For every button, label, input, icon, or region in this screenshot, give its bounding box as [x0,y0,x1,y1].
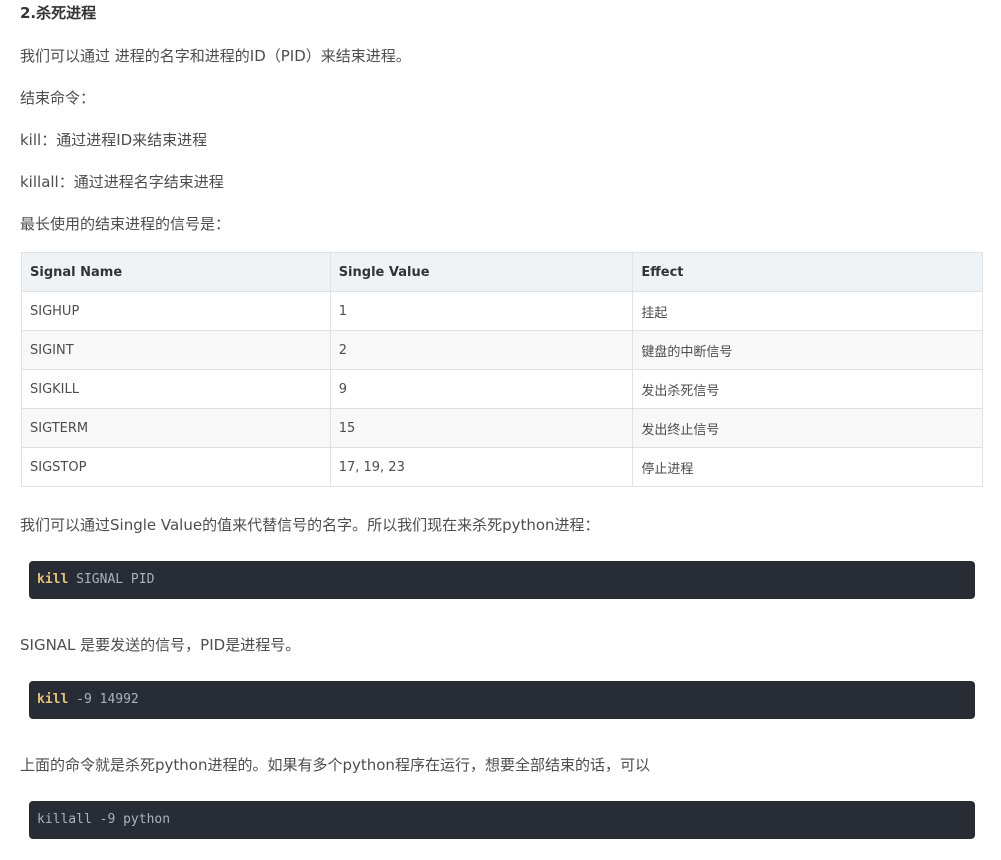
end-command-label: 结束命令： [20,89,96,107]
cell-effect: 挂起 [632,291,983,331]
intro-paragraph: 我们可以通过 进程的名字和进程的ID（PID）来结束进程。 [20,47,411,65]
cell-signal-name: SIGKILL [21,369,331,409]
killall-paragraph: 上面的命令就是杀死python进程的。如果有多个python程序在运行，想要全部… [20,756,650,774]
cell-signal-name: SIGSTOP [21,447,331,487]
table-row: SIGHUP 1 挂起 [21,291,983,331]
cell-signal-name: SIGINT [21,330,331,370]
cell-single-value: 17, 19, 23 [329,447,634,487]
code-text: killall -9 python [37,812,171,827]
table-row: SIGTERM 15 发出终止信号 [21,408,983,448]
cell-effect: 发出终止信号 [632,408,983,448]
code-text: SIGNAL PID [68,572,155,587]
table-row: SIGINT 2 键盘的中断信号 [21,330,983,370]
single-value-paragraph: 我们可以通过Single Value的值来代替信号的名字。所以我们现在来杀死py… [20,516,600,534]
signal-pid-paragraph: SIGNAL 是要发送的信号，PID是进程号。 [20,636,301,654]
code-block-kill-example[interactable]: kill -9 14992 [29,681,975,719]
cell-single-value: 15 [329,408,634,448]
cell-single-value: 9 [329,369,634,409]
cell-effect: 停止进程 [632,447,983,487]
code-text: -9 14992 [68,692,139,707]
cell-signal-name: SIGTERM [21,408,331,448]
cell-effect: 键盘的中断信号 [632,330,983,370]
column-header-single-value: Single Value [329,252,634,292]
kill-description: kill：通过进程ID来结束进程 [20,131,208,149]
cell-effect: 发出杀死信号 [632,369,983,409]
section-heading: 2.杀死进程 [20,4,97,22]
signals-intro: 最长使用的结束进程的信号是： [20,215,231,233]
code-block-kill-syntax[interactable]: kill SIGNAL PID [29,561,975,599]
column-header-effect: Effect [632,252,983,292]
table-header-row: Signal Name Single Value Effect [21,252,983,292]
cell-single-value: 2 [329,330,634,370]
signal-table: Signal Name Single Value Effect SIGHUP 1… [21,252,983,487]
table-row: SIGKILL 9 发出杀死信号 [21,369,983,409]
cell-signal-name: SIGHUP [21,291,331,331]
table-row: SIGSTOP 17, 19, 23 停止进程 [21,447,983,487]
code-keyword: kill [37,572,69,587]
column-header-signal-name: Signal Name [21,252,331,292]
killall-description: killall：通过进程名字结束进程 [20,173,224,191]
code-block-killall-example[interactable]: killall -9 python [29,801,975,839]
cell-single-value: 1 [329,291,634,331]
code-keyword: kill [37,692,69,707]
